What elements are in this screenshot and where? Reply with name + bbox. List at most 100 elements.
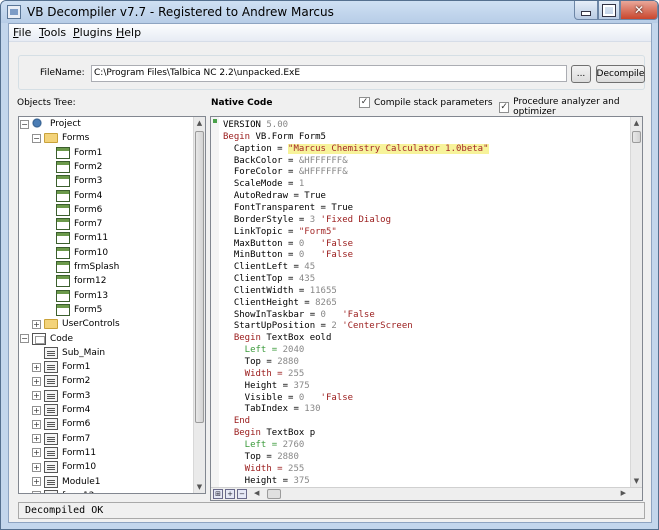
collapse-icon[interactable]: − bbox=[32, 133, 41, 143]
zoom-in-icon[interactable]: + bbox=[225, 489, 235, 499]
app-icon[interactable] bbox=[7, 5, 21, 19]
tree-item-form[interactable]: Form4 bbox=[44, 189, 102, 203]
code-view[interactable]: VERSION 5.00 Begin VB.Form Form5 Caption … bbox=[210, 116, 643, 501]
tree-item-label: Form7 bbox=[62, 433, 91, 444]
scroll-thumb[interactable] bbox=[632, 131, 641, 143]
tree-item-form[interactable]: Form3 bbox=[44, 174, 102, 188]
code-line: VERSION 5.00 bbox=[223, 119, 288, 131]
menu-file[interactable]: File bbox=[13, 26, 31, 39]
tree-item-label: form12 bbox=[62, 491, 94, 493]
expand-icon[interactable]: + bbox=[32, 391, 41, 401]
objects-tree[interactable]: − Project − Forms Form1 Form2 Form3 Form4 Form6 F… bbox=[18, 116, 206, 494]
tree-item-code-entry[interactable]: + Form3 bbox=[32, 389, 90, 403]
zoom-out-icon[interactable]: − bbox=[237, 489, 247, 499]
tree-item-code-entry[interactable]: + Form11 bbox=[32, 446, 96, 460]
tree-item-label: Form3 bbox=[62, 390, 91, 401]
tree-item-form[interactable]: frmSplash bbox=[44, 260, 119, 274]
menu-help[interactable]: Help bbox=[116, 26, 141, 39]
expand-icon[interactable]: + bbox=[32, 319, 41, 329]
tree-item-label: Form1 bbox=[74, 147, 103, 158]
code-token: Top = bbox=[223, 357, 278, 367]
tree-item-code-entry[interactable]: + Form7 bbox=[32, 432, 90, 446]
tree-item-project[interactable]: − Project bbox=[20, 117, 81, 131]
tree-item-code[interactable]: − Code bbox=[20, 332, 73, 346]
tree-item-form[interactable]: form12 bbox=[44, 274, 106, 288]
expand-icon[interactable]: + bbox=[32, 362, 41, 372]
menu-plugins[interactable]: Plugins bbox=[73, 26, 112, 39]
expand-icon[interactable]: + bbox=[32, 462, 41, 472]
tree-item-code-entry[interactable]: Sub_Main bbox=[32, 346, 105, 360]
tree-item-form[interactable]: Form6 bbox=[44, 203, 102, 217]
decompile-button[interactable]: Decompile bbox=[596, 65, 645, 83]
browse-button[interactable]: ... bbox=[571, 65, 591, 83]
scroll-down-icon[interactable]: ▼ bbox=[194, 481, 205, 493]
tree-item-form[interactable]: Form7 bbox=[44, 217, 102, 231]
expand-icon[interactable]: + bbox=[32, 448, 41, 458]
tree-item-label: Form11 bbox=[74, 233, 109, 244]
expand-icon[interactable]: + bbox=[32, 477, 41, 486]
horizontal-scroll-thumb[interactable] bbox=[267, 489, 281, 499]
tree-item-label: Form5 bbox=[74, 304, 103, 315]
goto-icon[interactable]: ⊞ bbox=[213, 489, 223, 499]
code-toolbar: ⊞ + − ◀ ▶ bbox=[211, 487, 642, 500]
tree-item-code-entry[interactable]: + Form1 bbox=[32, 360, 90, 374]
form-icon bbox=[56, 303, 70, 316]
code-token: "Form5" bbox=[298, 226, 337, 237]
code-line: FontTransparent = True bbox=[223, 202, 353, 214]
code-horizontal-scrollbar[interactable]: ◀ ▶ bbox=[254, 489, 626, 499]
form-icon bbox=[56, 203, 70, 216]
collapse-icon[interactable]: − bbox=[20, 119, 29, 129]
tree-item-code-entry[interactable]: + Module1 bbox=[32, 475, 100, 489]
tree-item-label: Sub_Main bbox=[62, 347, 106, 358]
tree-item-form[interactable]: Form13 bbox=[44, 289, 108, 303]
tree-item-code-entry[interactable]: + form12 bbox=[32, 489, 94, 493]
tree-item-form[interactable]: Form1 bbox=[44, 146, 102, 160]
expand-icon[interactable]: + bbox=[32, 419, 41, 429]
code-token: LinkTopic = bbox=[223, 226, 299, 237]
client-area: File Tools Plugins Help FileName: C:\Pro… bbox=[8, 23, 652, 523]
tree-item-code-entry[interactable]: + Form4 bbox=[32, 403, 90, 417]
tree-item-code-entry[interactable]: + Form10 bbox=[32, 460, 96, 474]
scroll-left-icon[interactable]: ◀ bbox=[254, 489, 259, 497]
scroll-right-icon[interactable]: ▶ bbox=[621, 489, 626, 497]
tree-item-label: Module1 bbox=[62, 476, 101, 487]
tree-item-label: UserControls bbox=[62, 319, 120, 330]
code-token: Begin bbox=[223, 131, 256, 142]
tree-item-form[interactable]: Form5 bbox=[44, 303, 102, 317]
menu-tools[interactable]: Tools bbox=[39, 26, 66, 39]
tree-item-form[interactable]: Form2 bbox=[44, 160, 102, 174]
procedure-analyzer-checkbox[interactable]: ✓ Procedure analyzer and optimizer bbox=[499, 97, 651, 117]
tree-item-code-entry[interactable]: + Form6 bbox=[32, 417, 90, 431]
expand-icon[interactable]: + bbox=[32, 405, 41, 415]
tree-item-forms[interactable]: − Forms bbox=[32, 131, 89, 145]
scroll-thumb[interactable] bbox=[195, 131, 204, 423]
tree-vertical-scrollbar[interactable]: ▲ ▼ bbox=[193, 117, 205, 493]
code-token: 'False bbox=[320, 392, 354, 403]
tree-item-code-entry[interactable]: + Form2 bbox=[32, 374, 90, 388]
code-line: Begin TextBox p bbox=[223, 427, 315, 439]
code-token: 2880 bbox=[277, 357, 299, 367]
scroll-up-icon[interactable]: ▲ bbox=[631, 117, 642, 129]
code-token: 0 bbox=[320, 309, 343, 320]
expand-icon[interactable]: + bbox=[32, 434, 41, 444]
code-line: Width = 255 bbox=[223, 368, 305, 380]
expand-icon[interactable]: + bbox=[32, 376, 41, 386]
tree-item-form[interactable]: Form11 bbox=[44, 231, 108, 245]
title-bar[interactable]: VB Decompiler v7.7 - Registered to Andre… bbox=[1, 1, 658, 23]
maximize-button[interactable] bbox=[598, 1, 620, 20]
tree-item-form[interactable]: Form10 bbox=[44, 246, 108, 260]
scroll-down-icon[interactable]: ▼ bbox=[631, 475, 642, 487]
close-button[interactable] bbox=[620, 1, 658, 20]
tree-item-usercontrols[interactable]: + UserControls bbox=[32, 317, 120, 331]
scroll-up-icon[interactable]: ▲ bbox=[194, 117, 205, 129]
compile-stack-checkbox[interactable]: ✓ Compile stack parameters bbox=[359, 97, 493, 108]
code-token: 11655 bbox=[309, 285, 337, 296]
collapse-icon[interactable]: − bbox=[20, 334, 29, 343]
minimize-button[interactable] bbox=[574, 1, 598, 20]
code-vertical-scrollbar[interactable]: ▲ ▼ bbox=[630, 117, 642, 487]
module-icon bbox=[44, 404, 58, 416]
expand-icon[interactable]: + bbox=[32, 491, 41, 493]
code-token: TextBox p bbox=[266, 428, 316, 439]
code-token: MaxButton = bbox=[223, 238, 299, 249]
filename-input[interactable]: C:\Program Files\Talbica NC 2.2\unpacked… bbox=[91, 65, 567, 82]
